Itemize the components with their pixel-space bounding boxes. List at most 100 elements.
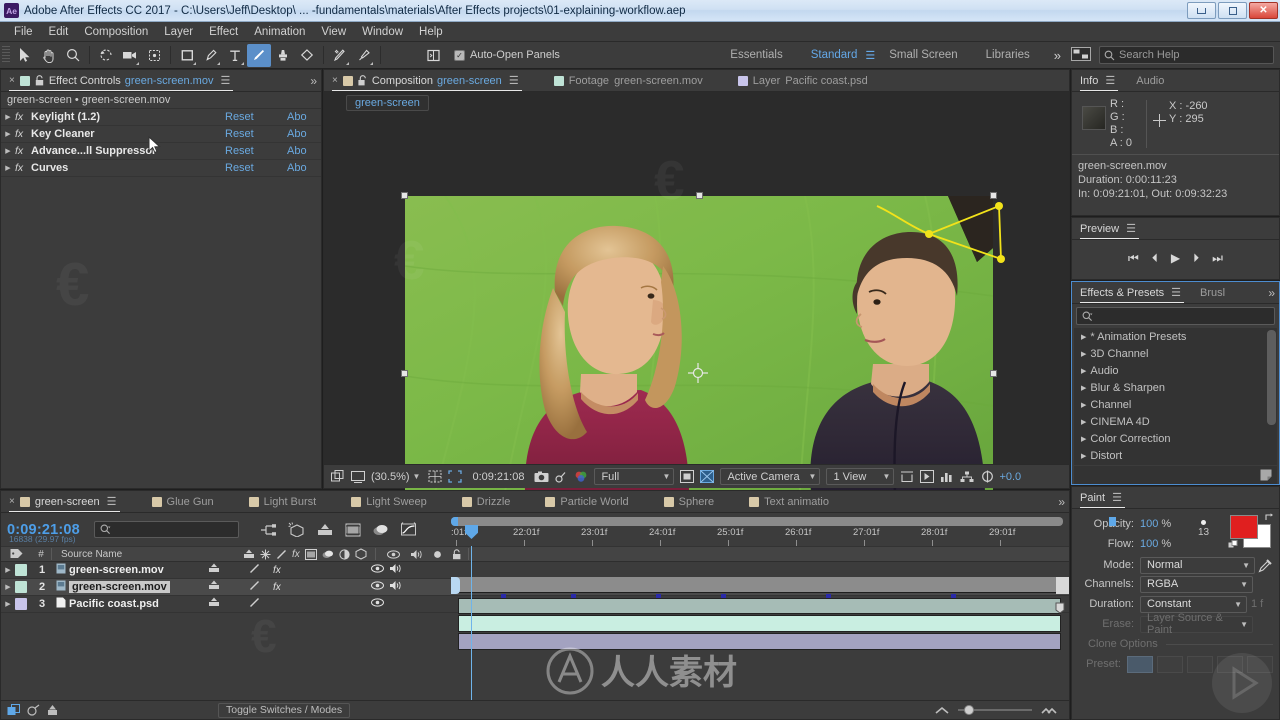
toggle-view-layout-icon[interactable]: [677, 468, 697, 486]
layer-color-swatch[interactable]: [15, 581, 27, 593]
layer-name[interactable]: green-screen.mov: [69, 581, 170, 593]
foreground-color-swatch[interactable]: [1230, 515, 1258, 539]
timeline-zoom-slider[interactable]: [958, 705, 1032, 715]
layer-color-swatch[interactable]: [15, 598, 27, 610]
puppet-pin-tool[interactable]: [352, 44, 376, 67]
composition-stage[interactable]: [401, 192, 1005, 555]
motion-blur-icon[interactable]: [367, 519, 395, 541]
effects-category-row[interactable]: ▶ Channel: [1074, 396, 1277, 413]
disclosure-triangle-icon[interactable]: ▶: [1081, 452, 1086, 460]
tab-timeline-glue-gun[interactable]: Glue Gun: [150, 491, 223, 512]
layer-bar-3[interactable]: [458, 633, 1061, 650]
tab-paint[interactable]: Paint ☰: [1078, 487, 1131, 508]
close-button[interactable]: ✕: [1249, 2, 1278, 19]
swap-colors-icon[interactable]: [1265, 513, 1275, 523]
layer-quality-icon[interactable]: [249, 597, 260, 611]
last-frame-button[interactable]: ⏭: [1212, 251, 1223, 266]
layer-audio-icon[interactable]: [389, 563, 402, 577]
effect-reset-link[interactable]: Reset: [225, 145, 287, 157]
next-frame-button[interactable]: ⏵: [1193, 251, 1199, 266]
composition-viewer[interactable]: € €: [324, 118, 1069, 555]
close-tab-icon[interactable]: ×: [9, 496, 15, 507]
rotation-tool[interactable]: [94, 44, 118, 67]
tab-effect-controls[interactable]: × Effect Controls green-screen.mov ☰: [7, 70, 239, 91]
layer-shy-icon[interactable]: [208, 580, 220, 594]
composition-nav-icon[interactable]: [27, 704, 41, 717]
brush-panel-toggle-icon[interactable]: [421, 44, 445, 67]
selection-handle-mr[interactable]: [990, 370, 997, 377]
timeline-tabs-overflow-icon[interactable]: »: [1054, 495, 1069, 509]
panel-menu-icon[interactable]: ☰: [220, 74, 230, 87]
effect-reset-link[interactable]: Reset: [225, 111, 287, 123]
frame-blending-icon[interactable]: [339, 519, 367, 541]
effect-about-link[interactable]: Abo: [287, 111, 321, 123]
effects-category-row[interactable]: ▶ Audio: [1074, 362, 1277, 379]
effects-category-list[interactable]: ▶ * Animation Presets ▶ 3D Channel ▶ Audio …: [1074, 328, 1277, 465]
viewer-timecode[interactable]: 0:09:21:08: [465, 471, 531, 483]
opacity-value[interactable]: 100: [1140, 518, 1158, 530]
workspace-libraries[interactable]: Libraries: [972, 49, 1044, 61]
layer-fx-icon[interactable]: fx: [273, 565, 281, 576]
layer-shy-icon[interactable]: [208, 563, 220, 577]
tab-layer-pacific-coast[interactable]: Layer Pacific coast.psd: [736, 70, 877, 91]
panel-menu-icon[interactable]: ☰: [1171, 286, 1181, 299]
brush-tool[interactable]: [247, 43, 271, 67]
menu-item-effect[interactable]: Effect: [201, 24, 246, 40]
disclosure-triangle-icon[interactable]: ▶: [1, 130, 15, 138]
zoom-out-timeline-icon[interactable]: [935, 706, 949, 714]
selection-handle-tc[interactable]: [696, 192, 703, 199]
magnification-dropdown-icon[interactable]: ▼: [413, 472, 426, 481]
disclosure-triangle-icon[interactable]: ▶: [1, 566, 15, 574]
layer-fx-icon[interactable]: fx: [273, 582, 281, 593]
disclosure-triangle-icon[interactable]: ▶: [1081, 350, 1086, 358]
disclosure-triangle-icon[interactable]: ▶: [1081, 401, 1086, 409]
workspace-overflow-icon[interactable]: »: [1044, 48, 1071, 63]
menu-item-file[interactable]: File: [6, 24, 41, 40]
eyedropper-icon[interactable]: [1258, 558, 1273, 573]
menu-item-help[interactable]: Help: [411, 24, 451, 40]
tab-audio[interactable]: Audio: [1134, 70, 1173, 91]
timeline-track-area[interactable]: [451, 546, 1069, 700]
disclosure-triangle-icon[interactable]: ▶: [1, 147, 15, 155]
work-area-end-handle[interactable]: [1056, 577, 1069, 594]
panel-menu-icon[interactable]: ☰: [509, 74, 519, 87]
layer-bar-1[interactable]: [458, 598, 1061, 614]
exposure-value[interactable]: +0.0: [997, 471, 1021, 483]
disclosure-triangle-icon[interactable]: ▶: [1081, 333, 1086, 341]
camera-view-dropdown[interactable]: Active Camera ▼: [720, 468, 821, 485]
camera-tool[interactable]: [118, 44, 142, 67]
workspace-menu-icon[interactable]: ☰: [865, 49, 875, 62]
time-navigator-end-handle[interactable]: [1109, 517, 1116, 526]
layer-quality-icon[interactable]: [249, 563, 260, 577]
effect-about-link[interactable]: Abo: [287, 162, 321, 174]
layer-visibility-icon[interactable]: [371, 564, 384, 576]
timeline-ruler[interactable]: :01f 22:01f 23:01f 24:01f 25:01f 26:01f …: [451, 513, 1069, 546]
toggle-transparency-grid-icon[interactable]: [348, 468, 368, 486]
flow-value[interactable]: 100: [1140, 538, 1158, 550]
tab-timeline-light-burst[interactable]: Light Burst: [247, 491, 326, 512]
effect-row[interactable]: ▶ fx Keylight (1.2) Reset Abo: [1, 109, 321, 126]
column-source-name[interactable]: Source Name: [57, 549, 243, 560]
hide-shy-footer-icon[interactable]: [47, 704, 58, 717]
close-tab-icon[interactable]: ×: [332, 75, 338, 86]
hide-shy-layers-icon[interactable]: [311, 519, 339, 541]
fast-previews-icon[interactable]: [917, 468, 937, 486]
work-area-bar[interactable]: [451, 576, 1069, 594]
selection-handle-tl[interactable]: [401, 192, 408, 199]
layer-visibility-icon[interactable]: [371, 581, 384, 593]
zoom-slider-thumb[interactable]: [964, 705, 974, 715]
work-area-start-handle[interactable]: [451, 577, 460, 594]
toggle-switches-modes-button[interactable]: Toggle Switches / Modes: [218, 702, 351, 718]
effects-category-row[interactable]: ▶ CINEMA 4D: [1074, 413, 1277, 430]
tab-timeline-light-sweep[interactable]: Light Sweep: [349, 491, 436, 512]
timeline-search-input[interactable]: [93, 521, 239, 538]
workspace-standard[interactable]: Standard: [797, 49, 872, 61]
effect-about-link[interactable]: Abo: [287, 145, 321, 157]
pen-tool[interactable]: [199, 44, 223, 67]
tab-timeline-green-screen[interactable]: × green-screen ☰: [7, 491, 126, 512]
zoom-tool[interactable]: [61, 44, 85, 67]
disclosure-triangle-icon[interactable]: ▶: [1, 164, 15, 172]
effect-controls-overflow-icon[interactable]: »: [306, 74, 321, 88]
panel-menu-icon[interactable]: ☰: [107, 495, 117, 508]
effects-category-row[interactable]: ▶ 3D Channel: [1074, 345, 1277, 362]
